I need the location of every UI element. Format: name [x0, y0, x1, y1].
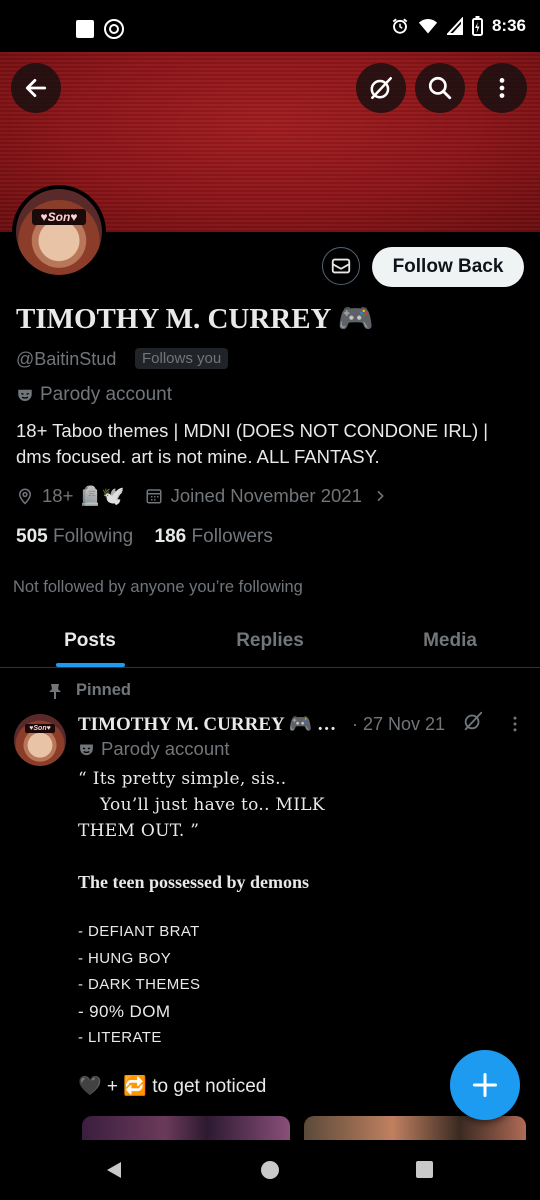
post-subtitle: The teen possessed by demons — [78, 872, 310, 892]
notification-rings-icon — [104, 19, 124, 39]
list-item: - HUNG BOY — [78, 949, 172, 967]
status-icons: 8:36 — [391, 16, 526, 36]
list-item: - DARK THEMES — [78, 976, 201, 993]
follow-back-button[interactable]: Follow Back — [372, 247, 524, 287]
list-item: - LITERATE — [78, 1029, 162, 1046]
battery-icon — [471, 16, 483, 36]
nav-recents-icon — [416, 1161, 433, 1178]
post-list: - DEFIANT BRAT - HUNG BOY - DARK THEMES … — [78, 919, 518, 1052]
mask-icon — [18, 389, 32, 401]
followers-count: 186 — [154, 526, 187, 547]
back-button[interactable] — [11, 63, 61, 113]
clock: 8:36 — [491, 16, 526, 35]
back-arrow-icon — [25, 79, 47, 97]
display-name: TIMOTHY M. CURREY 🎮 — [16, 303, 374, 335]
profile-meta: 18+ 🪦🕊️ Joined November 2021 — [16, 485, 388, 507]
bio: 18+ Taboo themes | MDNI (DOES NOT CONDON… — [16, 420, 489, 467]
post-grok-button[interactable] — [462, 710, 484, 737]
mask-icon — [80, 744, 93, 755]
not-followed-text: Not followed by anyone you’re following — [13, 578, 303, 596]
message-button[interactable] — [322, 247, 360, 285]
tab-media[interactable]: Media — [360, 615, 540, 667]
following-count: 505 — [16, 526, 48, 547]
system-nav-bar — [0, 1140, 540, 1200]
post-parody-label: Parody account — [78, 738, 230, 760]
avatar-tag: ♥Son♥ — [32, 209, 86, 225]
profile-tabs: Posts Replies Media — [0, 615, 540, 668]
calendar-icon — [146, 489, 162, 504]
post-more-button[interactable] — [505, 714, 525, 739]
search-icon — [428, 76, 452, 100]
avatar-image: ♥Son♥ — [16, 189, 102, 275]
profile-avatar[interactable]: ♥Son♥ — [12, 185, 106, 279]
status-bar: 8:36 — [0, 0, 540, 52]
pinned-indicator: Pinned — [48, 681, 131, 700]
signal-icon — [446, 17, 463, 35]
nav-home-button[interactable] — [260, 1160, 280, 1185]
parody-label: Parody account — [16, 384, 172, 406]
post-author-name[interactable]: TIMOTHY M. CURREY 🎮 … — [78, 712, 336, 736]
followers-label: Followers — [191, 526, 273, 547]
pin-icon — [49, 683, 61, 699]
location: 18+ 🪦🕊️ — [42, 485, 125, 506]
compose-plus-icon — [472, 1072, 498, 1098]
handle: @BaitinStud — [16, 349, 117, 369]
tab-posts[interactable]: Posts — [0, 615, 180, 667]
parody-text: Parody account — [40, 384, 173, 405]
more-icon — [499, 78, 505, 98]
pinned-label: Pinned — [76, 681, 132, 699]
post-parody-text: Parody account — [101, 738, 230, 759]
nav-back-button[interactable] — [104, 1160, 124, 1185]
location-icon — [18, 488, 32, 505]
notification-square-icon — [76, 20, 94, 38]
search-button[interactable] — [415, 63, 465, 113]
chevron-right-icon[interactable] — [372, 488, 388, 504]
post-avatar[interactable]: ♥Son♥ — [14, 714, 66, 766]
following-label: Following — [52, 526, 134, 547]
list-item: - DEFIANT BRAT — [78, 923, 200, 940]
quote-line-3: THEM OUT. ” — [78, 821, 200, 841]
nav-home-icon — [261, 1161, 279, 1179]
joined-date: Joined November 2021 — [170, 485, 362, 506]
alarm-icon — [392, 18, 408, 34]
more-options-button[interactable] — [477, 63, 527, 113]
follow-stats: 505 Following 186 Followers — [16, 526, 273, 548]
post-avatar-tag: ♥Son♥ — [25, 724, 55, 733]
quote-line-2: You’ll just have to.. MILK — [100, 795, 325, 815]
tab-replies[interactable]: Replies — [180, 615, 360, 667]
grok-icon — [464, 711, 483, 731]
compose-button[interactable] — [450, 1050, 520, 1120]
post-date[interactable]: · 27 Nov 21 — [352, 714, 445, 735]
more-icon — [513, 716, 517, 732]
post-body[interactable]: “ Its pretty simple, sis.. You’ll just h… — [78, 766, 518, 1098]
quote-line-1: “ Its pretty simple, sis.. — [78, 769, 287, 789]
list-item: - 90% DOM — [78, 1001, 171, 1021]
following-link[interactable]: 505 Following — [16, 526, 133, 547]
nav-recents-button[interactable] — [415, 1160, 434, 1184]
wifi-icon — [418, 19, 438, 34]
mail-icon — [331, 258, 351, 274]
follows-you-badge: Follows you — [135, 348, 229, 369]
grok-icon — [370, 77, 392, 99]
grok-button[interactable] — [356, 63, 406, 113]
followers-link[interactable]: 186 Followers — [155, 526, 273, 547]
nav-back-icon — [107, 1162, 121, 1178]
